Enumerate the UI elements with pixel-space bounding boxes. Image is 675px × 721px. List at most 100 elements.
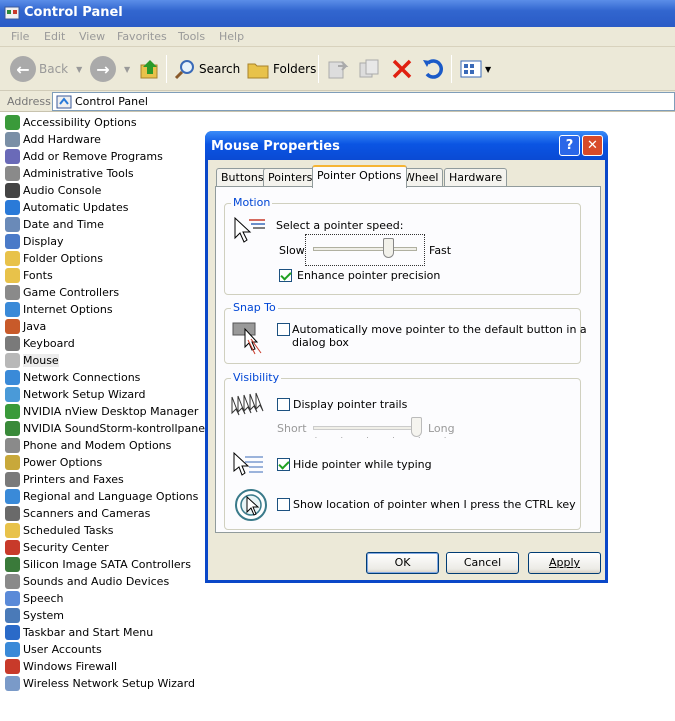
apply-button[interactable]: Apply [528,552,601,574]
undo-button[interactable] [421,53,445,85]
add-hardware-icon [5,132,20,147]
folder-options-icon [5,251,20,266]
search-button[interactable]: Search [174,53,240,85]
address-field[interactable]: Control Panel [52,92,675,111]
folders-button[interactable]: Folders [246,53,316,85]
tab-buttons[interactable]: Buttons [216,168,269,187]
list-item-label: Audio Console [23,184,102,197]
list-item[interactable]: Security Center [4,539,204,556]
views-icon [460,60,482,78]
list-item[interactable]: Taskbar and Start Menu [4,624,204,641]
motion-group-title: Motion [231,196,273,209]
cancel-button[interactable]: Cancel [446,552,519,574]
list-item[interactable]: Speech [4,590,204,607]
list-item[interactable]: Keyboard [4,335,204,352]
list-item[interactable]: Phone and Modem Options [4,437,204,454]
list-item[interactable]: Automatic Updates [4,199,204,216]
pointer-trails-slider[interactable] [313,426,417,430]
list-item[interactable]: NVIDIA SoundStorm-kontrollpane [4,420,205,437]
tab-hardware[interactable]: Hardware [444,168,508,187]
list-item[interactable]: User Accounts [4,641,204,658]
tab-pointer-options[interactable]: Pointer Options [312,165,407,188]
list-item[interactable]: Scheduled Tasks [4,522,204,539]
list-item-label: NVIDIA SoundStorm-kontrollpane [23,422,205,435]
menu-file[interactable]: File [11,30,29,43]
sounds-audio-icon [5,574,20,589]
views-button[interactable]: ▼ [459,53,491,85]
back-arrow-icon: ← [10,56,36,82]
undo-icon [423,59,443,79]
close-button[interactable]: ✕ [582,135,603,156]
dialog-title: Mouse Properties [211,139,340,154]
automatic-updates-icon [5,200,20,215]
list-item[interactable]: Add Hardware [4,131,204,148]
windows-firewall-icon [5,659,20,674]
list-item-label: System [23,609,65,622]
wireless-wizard-icon [5,676,20,691]
list-item-label: Network Setup Wizard [23,388,146,401]
list-item-label: Power Options [23,456,103,469]
list-item[interactable]: Windows Firewall [4,658,204,675]
delete-button[interactable] [390,53,414,85]
list-item[interactable]: Internet Options [4,301,204,318]
list-item[interactable]: Scanners and Cameras [4,505,204,522]
list-item[interactable]: Sounds and Audio Devices [4,573,204,590]
sata-controllers-icon [5,557,20,572]
enhance-precision-checkbox[interactable] [279,269,292,282]
pointer-speed-slider[interactable] [313,247,417,251]
list-item[interactable]: Network Connections [4,369,204,386]
list-item[interactable]: Audio Console [4,182,204,199]
hide-pointer-checkbox[interactable] [277,458,290,471]
tab-pointers[interactable]: Pointers [263,168,318,187]
list-item[interactable]: Display [4,233,204,250]
menu-bar: File Edit View Favorites Tools Help [0,27,675,47]
pointer-trails-icon [231,392,264,416]
show-location-checkbox[interactable] [277,498,290,511]
list-item[interactable]: Regional and Language Options [4,488,204,505]
copy-to-button[interactable] [358,53,382,85]
nvidia-soundstorm-icon [5,421,20,436]
help-button[interactable]: ? [559,135,580,156]
hide-pointer-icon [233,451,263,476]
list-item[interactable]: Folder Options [4,250,204,267]
display-icon [5,234,20,249]
list-item[interactable]: Java [4,318,204,335]
game-controllers-icon [5,285,20,300]
list-item[interactable]: NVIDIA nView Desktop Manager [4,403,204,420]
up-folder-button[interactable] [138,53,162,85]
snap-to-default-checkbox[interactable] [277,323,290,336]
delete-x-icon [392,59,412,79]
move-to-button[interactable] [326,53,350,85]
menu-edit[interactable]: Edit [44,30,65,43]
move-to-icon [328,61,349,79]
trails-short-label: Short [277,422,307,435]
security-center-icon [5,540,20,555]
list-item[interactable]: Silicon Image SATA Controllers [4,556,204,573]
list-item[interactable]: Mouse [4,352,204,369]
menu-help[interactable]: Help [219,30,244,43]
list-item[interactable]: Administrative Tools [4,165,204,182]
pointer-trails-slider-thumb[interactable] [411,417,422,437]
list-item[interactable]: Fonts [4,267,204,284]
list-item[interactable]: Accessibility Options [4,114,204,131]
list-item[interactable]: System [4,607,204,624]
list-item[interactable]: Date and Time [4,216,204,233]
list-item-label: Windows Firewall [23,660,118,673]
pointer-speed-slider-thumb[interactable] [382,238,394,258]
control-panel-icon [56,95,72,109]
list-item[interactable]: Network Setup Wizard [4,386,204,403]
ok-button[interactable]: OK [366,552,439,574]
menu-tools[interactable]: Tools [178,30,205,43]
list-item[interactable]: Game Controllers [4,284,204,301]
list-item[interactable]: Power Options [4,454,204,471]
list-item[interactable]: Printers and Faxes [4,471,204,488]
forward-button[interactable]: → ▼ [90,53,130,85]
menu-view[interactable]: View [79,30,105,43]
pointer-trails-checkbox[interactable] [277,398,290,411]
menu-favorites[interactable]: Favorites [117,30,167,43]
list-item-label: Keyboard [23,337,75,350]
back-button[interactable]: ← Back ▼ [10,53,82,85]
list-item[interactable]: Add or Remove Programs [4,148,204,165]
list-item[interactable]: Wireless Network Setup Wizard [4,675,204,692]
speech-icon [5,591,20,606]
